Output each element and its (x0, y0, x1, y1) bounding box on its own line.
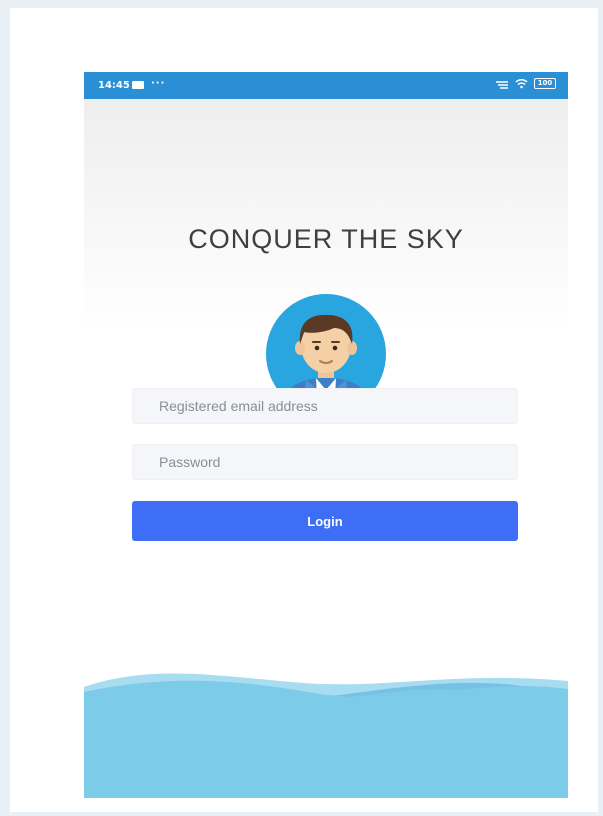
status-time: 14:45 (98, 80, 130, 91)
password-input[interactable] (132, 444, 518, 480)
signal-icon (496, 80, 508, 89)
screenshot-frame: 14:45 ··· 100 CONQUER THE SKY Registered… (10, 8, 598, 812)
status-bar: 14:45 ··· 100 (84, 72, 568, 99)
phone-screen: 14:45 ··· 100 CONQUER THE SKY Registered… (84, 72, 568, 798)
status-icons: 100 (495, 78, 556, 89)
email-input[interactable] (132, 388, 518, 424)
message-icon (132, 81, 144, 89)
login-button[interactable]: Login (132, 501, 518, 541)
more-notifications-icon: ··· (151, 78, 166, 89)
battery-icon: 100 (534, 78, 556, 89)
wave-decoration (84, 673, 568, 798)
wifi-icon (515, 79, 528, 89)
app-title: CONQUER THE SKY (188, 224, 464, 254)
